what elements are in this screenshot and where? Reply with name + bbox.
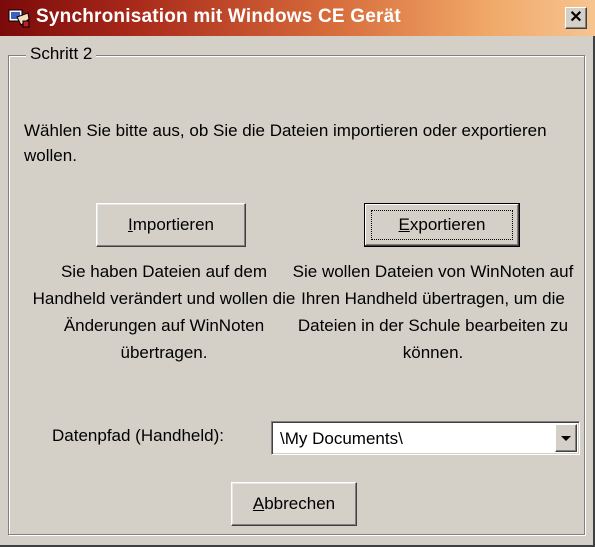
path-label: Datenpfad (Handheld):	[52, 426, 225, 445]
cancel-button-label: Abbrechen	[252, 494, 336, 513]
title-bar[interactable]: Synchronisation mit Windows CE Gerät ✕	[0, 0, 595, 36]
chevron-down-icon	[561, 435, 571, 441]
import-button[interactable]: Importieren	[96, 203, 246, 247]
app-icon	[8, 9, 30, 28]
path-select[interactable]: \My Documents\	[271, 421, 580, 455]
import-description: Sie haben Dateien auf dem Handheld verän…	[32, 262, 296, 362]
path-select-value: \My Documents\	[280, 429, 403, 448]
export-button[interactable]: Exportieren	[364, 203, 520, 247]
dropdown-button[interactable]	[555, 424, 577, 452]
sync-dialog: Synchronisation mit Windows CE Gerät ✕ S…	[0, 0, 595, 547]
close-icon: ✕	[569, 9, 583, 26]
focus-rectangle	[371, 210, 513, 240]
export-description: Sie wollen Dateien von WinNoten auf Ihre…	[292, 262, 574, 362]
window-title: Synchronisation mit Windows CE Gerät	[36, 6, 401, 27]
close-button[interactable]: ✕	[565, 7, 587, 29]
instruction-text: Wählen Sie bitte aus, ob Sie die Dateien…	[24, 121, 547, 165]
cancel-button[interactable]: Abbrechen	[231, 482, 357, 526]
import-button-label: Importieren	[128, 215, 214, 234]
group-label: Schritt 2	[26, 43, 97, 65]
